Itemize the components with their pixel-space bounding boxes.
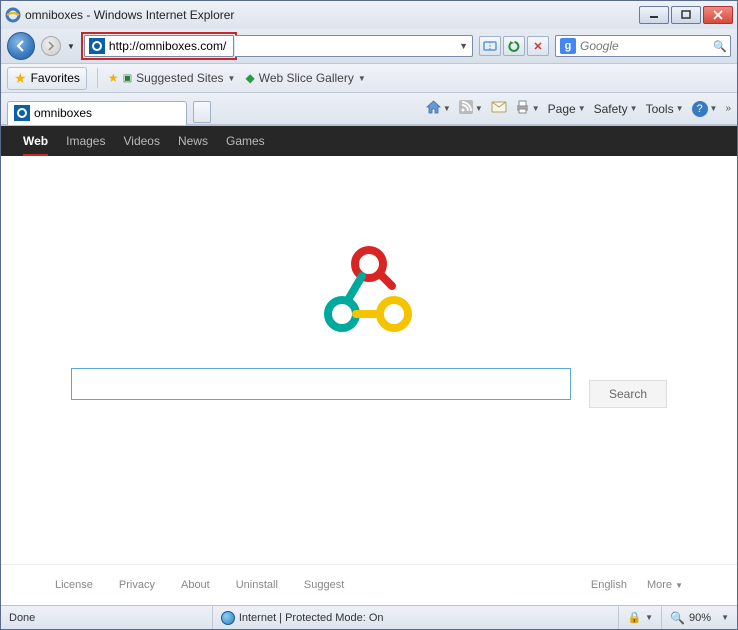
refresh-button[interactable] xyxy=(503,36,525,56)
footer-uninstall[interactable]: Uninstall xyxy=(236,579,278,591)
star-icon: ★ xyxy=(14,70,27,87)
footer-suggest[interactable]: Suggest xyxy=(304,579,344,591)
status-zoom[interactable]: 🔍 90% ▼ xyxy=(662,606,737,629)
globe-icon xyxy=(221,611,235,625)
search-button[interactable]: Search xyxy=(589,380,667,408)
content-area: Web Images Videos News Games Search Lice… xyxy=(1,125,737,605)
search-placeholder: Google xyxy=(580,39,710,53)
suggested-sites-label: Suggested Sites xyxy=(136,71,223,85)
search-go-icon[interactable]: 🔍 xyxy=(710,40,730,53)
favorites-bar: ★ Favorites ★ ▣ Suggested Sites ▼ ◆ Web … xyxy=(1,63,737,93)
overflow-chevron[interactable]: » xyxy=(725,103,731,114)
web-slice-link[interactable]: ◆ Web Slice Gallery ▼ xyxy=(245,71,365,85)
footer-more[interactable]: More ▼ xyxy=(647,579,683,591)
rss-icon xyxy=(459,100,473,117)
mail-icon xyxy=(491,101,507,116)
help-button[interactable]: ?▼ xyxy=(692,101,718,117)
minimize-button[interactable] xyxy=(639,6,669,24)
safety-label: Safety xyxy=(594,102,628,116)
nav-videos[interactable]: Videos xyxy=(123,134,159,148)
help-icon: ? xyxy=(692,101,708,117)
maximize-button[interactable] xyxy=(671,6,701,24)
divider xyxy=(97,68,98,88)
plus-icon: ▣ xyxy=(123,73,132,84)
safety-menu[interactable]: Safety▼ xyxy=(594,102,638,116)
recent-pages-dropdown[interactable]: ▼ xyxy=(67,42,75,51)
feeds-button[interactable]: ▼ xyxy=(459,100,483,117)
page-label: Page xyxy=(548,102,576,116)
tab-favicon xyxy=(14,105,30,121)
favorites-label: Favorites xyxy=(31,71,80,85)
footer-english[interactable]: English xyxy=(591,579,627,591)
lock-icon: 🔒 xyxy=(627,611,641,624)
tools-menu[interactable]: Tools▼ xyxy=(646,102,684,116)
web-slice-label: Web Slice Gallery xyxy=(259,71,354,85)
nav-images[interactable]: Images xyxy=(66,134,105,148)
footer-privacy[interactable]: Privacy xyxy=(119,579,155,591)
compat-view-button[interactable] xyxy=(479,36,501,56)
site-favicon xyxy=(89,38,105,54)
nav-row: ▼ http://omniboxes.com/ ▼ ✕ xyxy=(1,29,737,63)
address-url: http://omniboxes.com/ xyxy=(109,39,226,53)
forward-button[interactable] xyxy=(41,36,61,56)
read-mail-button[interactable] xyxy=(491,101,507,116)
search-provider-box[interactable]: g Google 🔍 xyxy=(555,35,731,57)
chevron-down-icon: ▼ xyxy=(358,74,366,83)
suggested-sites-link[interactable]: ★ ▣ Suggested Sites ▼ xyxy=(108,71,236,85)
chevron-down-icon: ▼ xyxy=(675,581,683,590)
footer-links: License Privacy About Uninstall Suggest … xyxy=(1,564,737,605)
window-frame: omniboxes - Windows Internet Explorer ▼ xyxy=(0,0,738,630)
browser-tab[interactable]: omniboxes xyxy=(7,101,187,125)
tab-command-row: omniboxes ▼ ▼ ▼ Page▼ Safety▼ Tools▼ ?▼ xyxy=(1,93,737,125)
zoom-icon: 🔍 xyxy=(670,611,685,625)
nav-web[interactable]: Web xyxy=(23,134,48,156)
address-dropdown-icon[interactable]: ▼ xyxy=(459,41,468,51)
search-input[interactable] xyxy=(71,368,571,400)
status-security[interactable]: 🔒 ▼ xyxy=(619,606,662,629)
protected-mode-label: Internet | Protected Mode: On xyxy=(239,612,384,624)
address-bar[interactable]: http://omniboxes.com/ xyxy=(84,35,234,57)
stop-button[interactable]: ✕ xyxy=(527,36,549,56)
page-menu[interactable]: Page▼ xyxy=(548,102,586,116)
omniboxes-logo xyxy=(314,242,424,342)
search-row: Search xyxy=(71,368,667,408)
print-button[interactable]: ▼ xyxy=(515,100,540,117)
back-button[interactable] xyxy=(7,32,35,60)
nav-games[interactable]: Games xyxy=(226,134,265,148)
favorites-button[interactable]: ★ Favorites xyxy=(7,67,87,90)
footer-about[interactable]: About xyxy=(181,579,210,591)
star-icon: ★ xyxy=(108,71,119,85)
webslice-icon: ◆ xyxy=(245,71,254,85)
status-bar: Done Internet | Protected Mode: On 🔒 ▼ 🔍… xyxy=(1,605,737,629)
site-nav: Web Images Videos News Games xyxy=(1,126,737,156)
chevron-down-icon: ▼ xyxy=(475,104,483,113)
tools-label: Tools xyxy=(646,102,674,116)
address-highlight: http://omniboxes.com/ xyxy=(81,32,237,60)
google-provider-icon: g xyxy=(560,38,576,54)
address-bar-tail[interactable]: ▼ xyxy=(235,35,473,57)
footer-license[interactable]: License xyxy=(55,579,93,591)
zoom-label: 90% xyxy=(689,612,711,624)
chevron-down-icon: ▼ xyxy=(532,104,540,113)
nav-news[interactable]: News xyxy=(178,134,208,148)
close-button[interactable] xyxy=(703,6,733,24)
tab-title: omniboxes xyxy=(34,106,92,120)
print-icon xyxy=(515,100,530,117)
ie-icon xyxy=(5,7,21,23)
new-tab-button[interactable] xyxy=(193,101,211,123)
home-icon xyxy=(426,100,441,117)
chevron-down-icon: ▼ xyxy=(721,613,729,622)
status-done: Done xyxy=(1,606,213,629)
title-bar: omniboxes - Windows Internet Explorer xyxy=(1,1,737,29)
home-button[interactable]: ▼ xyxy=(426,100,451,117)
chevron-down-icon: ▼ xyxy=(645,613,653,622)
chevron-down-icon: ▼ xyxy=(443,104,451,113)
chevron-down-icon: ▼ xyxy=(228,74,236,83)
window-title: omniboxes - Windows Internet Explorer xyxy=(25,8,639,22)
status-protected-mode[interactable]: Internet | Protected Mode: On xyxy=(213,606,620,629)
hero: Search xyxy=(1,156,737,564)
